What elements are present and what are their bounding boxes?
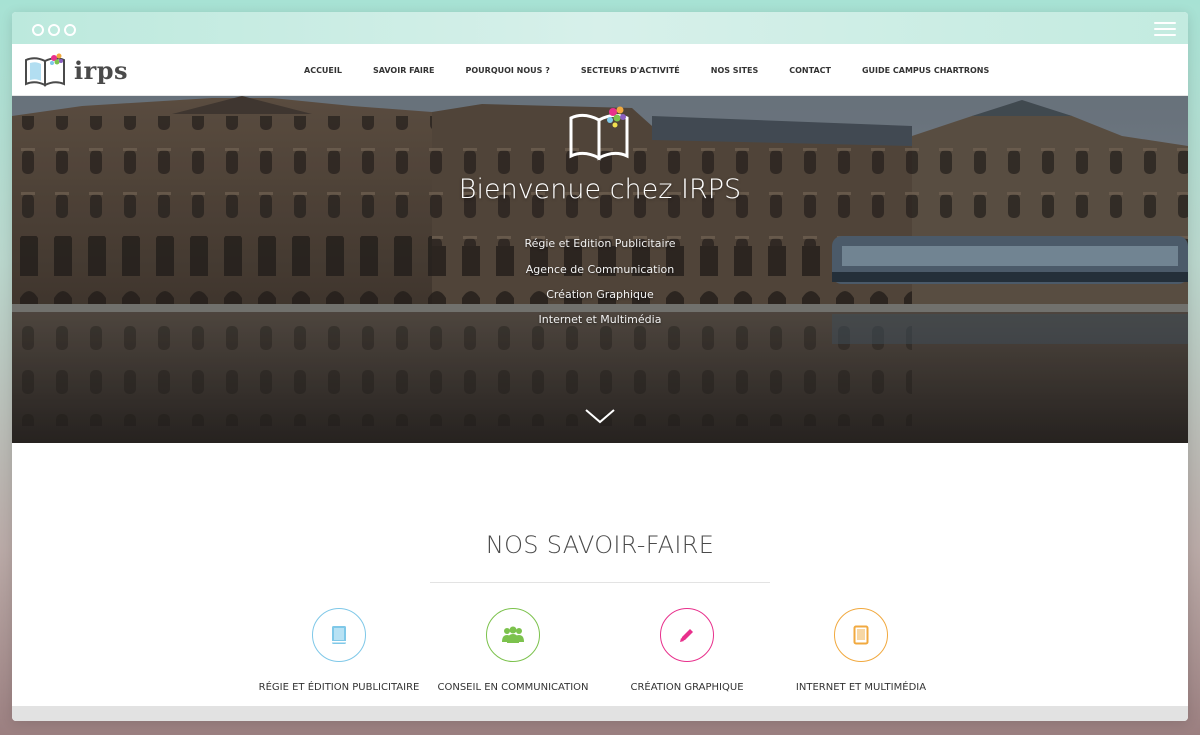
feature-label: CONSEIL EN COMMUNICATION <box>437 682 589 693</box>
nav-item-savoir-faire[interactable]: SAVOIR FAIRE <box>373 66 435 75</box>
chevron-down-icon[interactable] <box>584 406 616 426</box>
feature-conseil[interactable]: CONSEIL EN COMMUNICATION <box>413 608 613 693</box>
section-title: NOS SAVOIR-FAIRE <box>485 531 715 559</box>
nav-item-guide-campus[interactable]: GUIDE CAMPUS CHARTRONS <box>862 66 989 75</box>
users-icon <box>502 626 524 643</box>
site-header: irps ACCUEIL SAVOIR FAIRE POURQUOI NOUS … <box>12 44 1188 96</box>
browser-window: irps ACCUEIL SAVOIR FAIRE POURQUOI NOUS … <box>12 12 1188 721</box>
feature-regie[interactable]: RÉGIE ET ÉDITION PUBLICITAIRE <box>239 608 439 693</box>
feature-label: RÉGIE ET ÉDITION PUBLICITAIRE <box>258 682 420 693</box>
nav-item-nos-sites[interactable]: NOS SITES <box>711 66 758 75</box>
window-dot-icon[interactable] <box>32 24 44 36</box>
feature-creation[interactable]: CRÉATION GRAPHIQUE <box>587 608 787 693</box>
hero-content: Bienvenue chez IRPS Régie et Edition Pub… <box>12 96 1188 443</box>
nav-item-secteurs[interactable]: SECTEURS D'ACTIVITÉ <box>581 66 680 75</box>
hero-subtitle: Création Graphique <box>546 288 654 301</box>
hero-subtitle: Régie et Edition Publicitaire <box>524 237 676 250</box>
feature-internet[interactable]: INTERNET ET MULTIMÉDIA <box>761 608 961 693</box>
feature-icon-circle[interactable] <box>834 608 888 662</box>
window-controls <box>32 24 76 36</box>
feature-label: INTERNET ET MULTIMÉDIA <box>795 682 927 693</box>
main-nav: ACCUEIL SAVOIR FAIRE POURQUOI NOUS ? SEC… <box>304 44 1020 96</box>
book-icon <box>332 626 346 644</box>
hero-subtitle: Internet et Multimédia <box>538 313 662 326</box>
feature-label: CRÉATION GRAPHIQUE <box>630 682 744 693</box>
book-logo-icon <box>25 53 65 87</box>
tablet-icon <box>853 625 869 645</box>
nav-item-contact[interactable]: CONTACT <box>789 66 831 75</box>
feature-icon-circle[interactable] <box>312 608 366 662</box>
nav-item-pourquoi-nous[interactable]: POURQUOI NOUS ? <box>466 66 550 75</box>
hero-title: Bienvenue chez IRPS <box>458 174 742 205</box>
window-dot-icon[interactable] <box>64 24 76 36</box>
page-bottom-bar <box>12 706 1188 721</box>
window-dot-icon[interactable] <box>48 24 60 36</box>
window-chrome <box>12 12 1188 44</box>
pencil-icon <box>680 629 693 642</box>
hero-banner: Bienvenue chez IRPS Régie et Edition Pub… <box>12 96 1188 443</box>
site-logo[interactable]: irps <box>24 52 128 88</box>
hamburger-menu-icon[interactable] <box>1154 22 1176 36</box>
hero-subtitle: Agence de Communication <box>525 263 675 276</box>
logo-wordmark: irps <box>74 55 129 85</box>
nav-item-accueil[interactable]: ACCUEIL <box>304 66 342 75</box>
book-logo-icon <box>569 106 629 161</box>
section-divider <box>430 582 770 583</box>
feature-icon-circle[interactable] <box>486 608 540 662</box>
feature-icon-circle[interactable] <box>660 608 714 662</box>
